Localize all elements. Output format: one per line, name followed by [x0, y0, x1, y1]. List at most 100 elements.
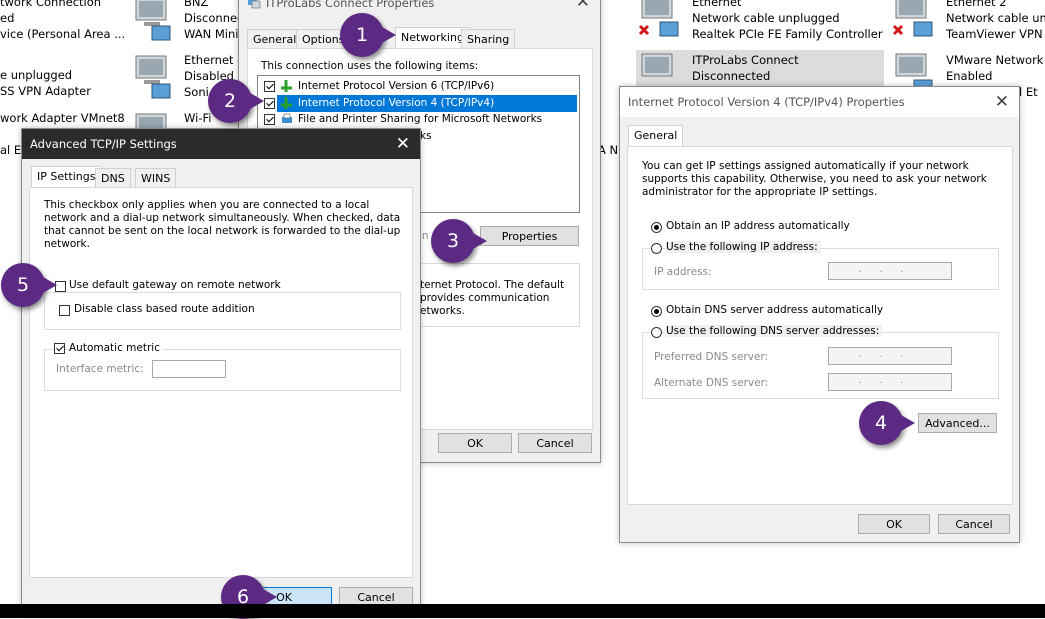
network-adapter-icon[interactable] — [638, 0, 682, 40]
conn-status: Disconnec — [184, 11, 244, 25]
conn-device: Realtek PCIe FE Family Controller — [692, 27, 883, 41]
interface-metric-label: Interface metric: — [56, 363, 144, 375]
conn-label: work Adapter VMnet8 — [0, 111, 125, 125]
obtain-ip-radio[interactable] — [651, 222, 662, 233]
ipv4-properties-dialog: Internet Protocol Version 4 (TCP/IPv4) P… — [619, 86, 1020, 543]
title-bar: Advanced TCP/IP Settings ✕ — [22, 129, 420, 159]
intro-text: supports this capability. Otherwise, you… — [642, 173, 987, 185]
conn-device: Soni — [184, 85, 209, 99]
tab-networking[interactable]: Networking — [395, 27, 470, 49]
tab-general[interactable]: General — [247, 29, 303, 49]
conn-name: BNZ — [184, 0, 209, 9]
interface-metric-input[interactable] — [152, 360, 226, 378]
network-adapter-icon[interactable] — [132, 0, 176, 42]
item-label[interactable]: File and Printer Sharing for Microsoft N… — [298, 113, 542, 125]
printer-icon — [281, 113, 293, 125]
step-1-badge: 1 — [340, 13, 396, 57]
title-bar: Internet Protocol Version 4 (TCP/IPv4) P… — [620, 87, 1019, 117]
step-4-badge: 4 — [859, 401, 915, 445]
automatic-metric-checkbox[interactable] — [54, 343, 65, 354]
item-checkbox[interactable] — [264, 81, 275, 92]
obtain-ip-label[interactable]: Obtain an IP address automatically — [666, 220, 850, 232]
info-text: that cannot be sent on the local network… — [44, 225, 401, 237]
preferred-dns-input[interactable]: ... — [828, 347, 952, 365]
tab-wins[interactable]: WINS — [135, 168, 177, 188]
step-5-badge: 5 — [1, 263, 57, 307]
cancel-button[interactable]: Cancel — [938, 514, 1010, 534]
dialog-title: Advanced TCP/IP Settings — [30, 137, 177, 151]
conn-name: Wi-Fi — [184, 111, 212, 125]
conn-label: e unplugged — [0, 68, 73, 82]
ok-button[interactable]: OK — [858, 514, 930, 534]
close-icon[interactable]: ✕ — [576, 0, 590, 12]
conn-name: Ethernet 2 — [946, 0, 1007, 9]
info-text: network. — [44, 238, 90, 250]
description-text: provides communication — [420, 292, 550, 304]
preferred-dns-label: Preferred DNS server: — [654, 351, 769, 363]
conn-status: Network cable unplugged — [946, 11, 1045, 25]
use-dns-label[interactable]: Use the following DNS server addresses: — [666, 325, 883, 337]
taskbar — [0, 604, 1045, 618]
info-text: This checkbox only applies when you are … — [44, 199, 370, 211]
protocol-icon — [281, 97, 292, 109]
step-2-badge: 2 — [208, 79, 264, 123]
alternate-dns-label: Alternate DNS server: — [654, 377, 769, 389]
conn-label: A N — [598, 143, 619, 157]
intro-text: You can get IP settings assigned automat… — [642, 160, 969, 172]
item-checkbox[interactable] — [264, 98, 275, 109]
items-label: This connection uses the following items… — [261, 60, 479, 72]
dialog-title: Internet Protocol Version 4 (TCP/IPv4) P… — [628, 95, 905, 109]
tab-general[interactable]: General — [628, 125, 684, 147]
conn-device: WAN Mini — [184, 27, 239, 41]
conn-label: vice (Personal Area ... — [0, 27, 126, 41]
info-text: network and a dial-up network simultaneo… — [44, 212, 401, 224]
conn-status: Network cable unplugged — [692, 11, 840, 25]
cancel-button[interactable]: Cancel — [518, 433, 592, 453]
use-ip-label[interactable]: Use the following IP address: — [666, 241, 821, 253]
title-bar: ITProLabs Connect Properties ✕ — [239, 0, 600, 15]
conn-name: Ethernet 4 — [184, 53, 245, 67]
conn-label: twork Connection — [0, 0, 102, 9]
default-gateway-label[interactable]: Use default gateway on remote network — [69, 279, 284, 291]
ok-button[interactable]: OK — [438, 433, 512, 453]
advanced-button[interactable]: Advanced... — [918, 413, 997, 433]
automatic-metric-label[interactable]: Automatic metric — [69, 342, 163, 354]
item-label[interactable]: Internet Protocol Version 6 (TCP/IPv6) — [298, 80, 494, 92]
alternate-dns-input[interactable]: ... — [828, 373, 952, 391]
item-label[interactable]: Internet Protocol Version 4 (TCP/IPv4) — [298, 97, 494, 109]
conn-name: VMware Network A — [946, 53, 1045, 67]
close-icon[interactable]: ✕ — [995, 92, 1009, 112]
item-label[interactable]: ks — [420, 130, 432, 142]
close-icon[interactable]: ✕ — [396, 134, 410, 154]
step-3-badge: 3 — [431, 219, 487, 263]
obtain-dns-radio[interactable] — [651, 306, 662, 317]
conn-label: SS VPN Adapter — [0, 84, 91, 98]
properties-button[interactable]: Properties — [480, 226, 579, 246]
description-text: etworks. — [420, 305, 465, 317]
conn-name: ITProLabs Connect — [692, 53, 799, 67]
network-icon — [248, 0, 261, 9]
advanced-tcpip-dialog: Advanced TCP/IP Settings ✕ IP Settings D… — [21, 128, 421, 615]
conn-status: Enabled — [946, 69, 993, 83]
use-dns-radio[interactable] — [651, 327, 662, 338]
intro-text: administrator for the appropriate IP set… — [642, 186, 878, 198]
conn-name: Ethernet — [692, 0, 742, 9]
protocol-icon — [281, 80, 292, 92]
disable-class-route-checkbox[interactable] — [59, 305, 70, 316]
ip-address-input[interactable]: ... — [828, 262, 952, 280]
network-adapter-icon[interactable] — [892, 0, 936, 40]
dialog-title: ITProLabs Connect Properties — [266, 0, 435, 10]
conn-status: Disconnected — [692, 69, 771, 83]
conn-device: TeamViewer VPN A — [946, 27, 1045, 41]
ip-address-label: IP address: — [654, 266, 712, 278]
disable-class-route-label[interactable]: Disable class based route addition — [74, 303, 255, 315]
use-ip-radio[interactable] — [651, 243, 662, 254]
item-checkbox[interactable] — [264, 114, 275, 125]
description-text: ternet Protocol. The default — [420, 279, 565, 291]
tab-ip-settings[interactable]: IP Settings — [31, 166, 102, 188]
tab-dns[interactable]: DNS — [95, 168, 131, 188]
conn-label: ed — [0, 11, 15, 25]
network-adapter-icon[interactable] — [132, 52, 176, 100]
tab-sharing[interactable]: Sharing — [461, 29, 516, 49]
obtain-dns-label[interactable]: Obtain DNS server address automatically — [666, 304, 883, 316]
